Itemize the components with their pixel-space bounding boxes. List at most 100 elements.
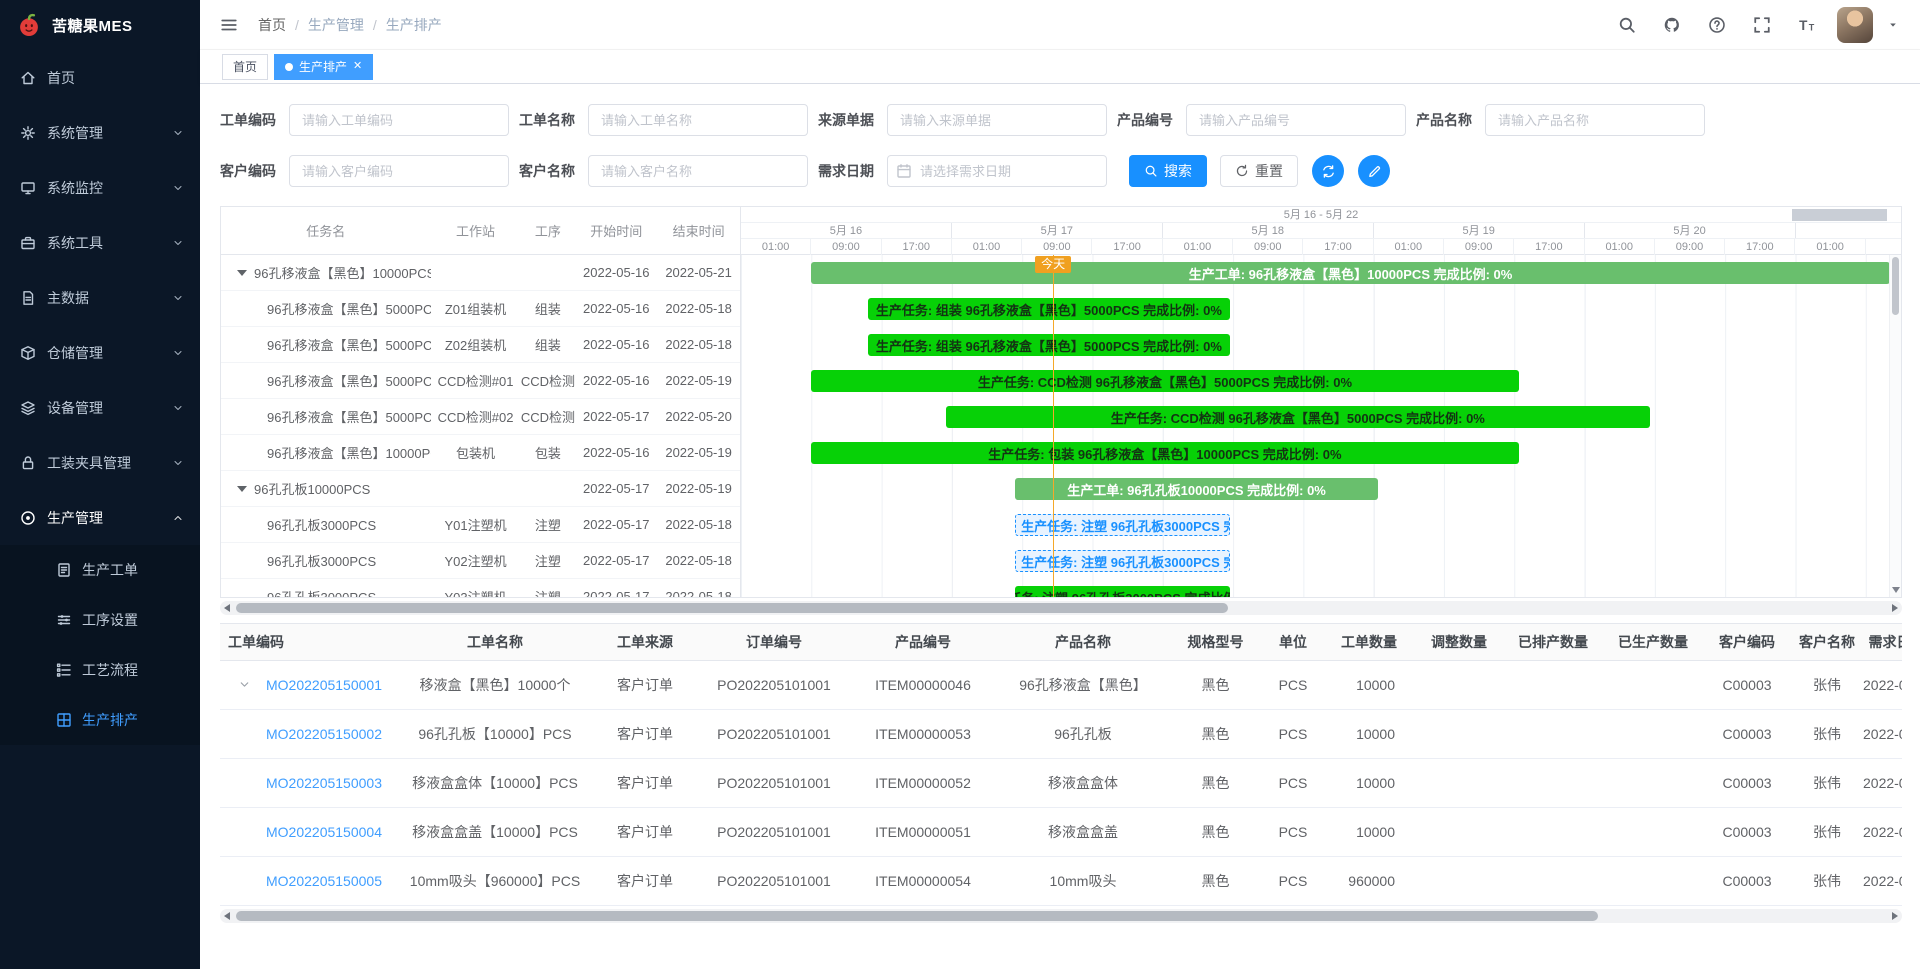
gantt-task-row[interactable]: 96孔孔板3000PCS Y02注塑机 注塑 2022-05-17 2022-0… bbox=[221, 543, 740, 579]
gantt-bar-selected[interactable]: 生产任务: 注塑 96孔孔板3000PCS 完成比例: 0% bbox=[1015, 550, 1230, 572]
caret-down-icon[interactable] bbox=[1888, 20, 1898, 30]
work-order-link[interactable]: MO202205150005 bbox=[266, 873, 382, 889]
gantt-chart-row: 生产工单: 96孔移液盒【黑色】10000PCS 完成比例: 0% bbox=[741, 255, 1901, 291]
breadcrumb-item-0[interactable]: 首页 bbox=[258, 15, 286, 35]
orders-cell: 2022-05-20 bbox=[1863, 759, 1902, 808]
sidebar-item-8[interactable]: 生产管理 bbox=[0, 490, 200, 545]
gantt-bar-task[interactable]: 生产任务: 组装 96孔移液盒【黑色】5000PCS 完成比例: 0% bbox=[868, 334, 1231, 356]
tab-1[interactable]: 生产排产 ✕ bbox=[274, 54, 373, 80]
work-order-link[interactable]: MO202205150002 bbox=[266, 726, 382, 742]
客户编码-input[interactable] bbox=[289, 155, 509, 187]
task-name: 96孔移液盒【黑色】5000PCS bbox=[221, 335, 431, 354]
来源单据-input[interactable] bbox=[887, 104, 1107, 136]
table-row[interactable]: MO20220515000296孔孔板【10000】PCS客户订单PO20220… bbox=[220, 710, 1902, 759]
task-workstation: CCD检测#01 bbox=[431, 371, 521, 390]
gantt-task-row[interactable]: 96孔孔板3000PCS Y03注塑机 注塑 2022-05-17 2022-0… bbox=[221, 579, 740, 598]
gantt-task-row[interactable]: 96孔孔板10000PCS 2022-05-17 2022-05-19 bbox=[221, 471, 740, 507]
gantt-bar-task[interactable]: 生产任务: CCD检测 96孔移液盒【黑色】5000PCS 完成比例: 0% bbox=[946, 406, 1650, 428]
gantt-bar-task[interactable]: 生产任务: 包装 96孔移液盒【黑色】10000PCS 完成比例: 0% bbox=[811, 442, 1520, 464]
table-row[interactable]: MO202205150001移液盒【黑色】10000个客户订单PO2022051… bbox=[220, 661, 1902, 710]
gantt-task-row[interactable]: 96孔移液盒【黑色】10000PCS 2022-05-16 2022-05-21 bbox=[221, 255, 740, 291]
sidebar-subitem-1[interactable]: 工序设置 bbox=[0, 595, 200, 645]
orders-horizontal-scrollbar[interactable] bbox=[220, 909, 1902, 923]
scroll-right-arrow-icon[interactable] bbox=[1892, 912, 1898, 920]
gantt-hscroll-thumb[interactable] bbox=[236, 603, 1228, 613]
gantt-task-row[interactable]: 96孔移液盒【黑色】5000PCS Z02组装机 组装 2022-05-16 2… bbox=[221, 327, 740, 363]
home-icon bbox=[20, 70, 36, 86]
产品名称-input[interactable] bbox=[1485, 104, 1705, 136]
collapse-caret-icon[interactable] bbox=[237, 486, 247, 492]
scroll-down-arrow-icon[interactable] bbox=[1892, 587, 1900, 593]
sidebar-subitem-3[interactable]: 生产排产 bbox=[0, 695, 200, 745]
github-icon[interactable] bbox=[1657, 10, 1687, 40]
sidebar-item-4[interactable]: 主数据 bbox=[0, 270, 200, 325]
工单编码-input[interactable] bbox=[289, 104, 509, 136]
gantt-bar-order[interactable]: 生产工单: 96孔移液盒【黑色】10000PCS 完成比例: 0% bbox=[811, 262, 1891, 284]
vertical-scrollbar[interactable] bbox=[1889, 255, 1901, 597]
search-icon[interactable] bbox=[1612, 10, 1642, 40]
search-button[interactable]: 搜索 bbox=[1129, 155, 1207, 187]
work-order-link[interactable]: MO202205150001 bbox=[266, 677, 382, 693]
font-size-icon[interactable]: TT bbox=[1792, 10, 1822, 40]
sidebar-item-2[interactable]: 系统监控 bbox=[0, 160, 200, 215]
gantt-horizontal-scrollbar[interactable] bbox=[220, 601, 1902, 615]
sidebar-subitem-0[interactable]: 生产工单 bbox=[0, 545, 200, 595]
work-order-link[interactable]: MO202205150004 bbox=[266, 824, 382, 840]
orders-hscroll-thumb[interactable] bbox=[236, 911, 1598, 921]
orders-cell: PCS bbox=[1263, 710, 1323, 759]
gantt-bar-task[interactable]: 生产任务: 注塑 96孔孔板3000PCS 完成比例: 0% bbox=[1015, 586, 1230, 597]
avatar[interactable] bbox=[1837, 7, 1873, 43]
gantt-bar-task[interactable]: 生产任务: CCD检测 96孔移液盒【黑色】5000PCS 完成比例: 0% bbox=[811, 370, 1520, 392]
regenerate-schedule-button[interactable] bbox=[1312, 155, 1344, 187]
gantt-bar-task[interactable]: 生产任务: 组装 96孔移液盒【黑色】5000PCS 完成比例: 0% bbox=[868, 298, 1231, 320]
gantt-bar-selected[interactable]: 生产任务: 注塑 96孔孔板3000PCS 完成比例: 0% bbox=[1015, 514, 1230, 536]
expand-caret-icon[interactable] bbox=[238, 678, 251, 691]
reset-button[interactable]: 重置 bbox=[1220, 155, 1298, 187]
orders-cell: ITEM00000053 bbox=[848, 710, 998, 759]
sidebar-item-6[interactable]: 设备管理 bbox=[0, 380, 200, 435]
breadcrumb-item-2[interactable]: 生产排产 bbox=[386, 15, 442, 35]
breadcrumb-item-1[interactable]: 生产管理 bbox=[308, 15, 364, 35]
客户名称-input[interactable] bbox=[588, 155, 808, 187]
sidebar-item-5[interactable]: 仓储管理 bbox=[0, 325, 200, 380]
close-icon[interactable]: ✕ bbox=[353, 61, 362, 72]
orders-cell bbox=[1415, 857, 1503, 906]
table-row[interactable]: MO202205150003移液盒盒体【10000】PCS客户订单PO20220… bbox=[220, 759, 1902, 808]
task-workstation: Y03注塑机 bbox=[431, 587, 521, 598]
vertical-scrollbar-thumb[interactable] bbox=[1892, 257, 1899, 315]
table-row[interactable]: MO202205150004移液盒盒盖【10000】PCS客户订单PO20220… bbox=[220, 808, 1902, 857]
gantt-task-row[interactable]: 96孔移液盒【黑色】5000PCS CCD检测#01 CCD检测 2022-05… bbox=[221, 363, 740, 399]
工单名称-input[interactable] bbox=[588, 104, 808, 136]
edit-schedule-button[interactable] bbox=[1358, 155, 1390, 187]
help-icon[interactable] bbox=[1702, 10, 1732, 40]
scroll-left-arrow-icon[interactable] bbox=[224, 604, 230, 612]
scroll-left-arrow-icon[interactable] bbox=[224, 912, 230, 920]
gantt-task-row[interactable]: 96孔移液盒【黑色】5000PCS CCD检测#02 CCD检测 2022-05… bbox=[221, 399, 740, 435]
orders-cell: 2022-05-20 bbox=[1863, 710, 1902, 759]
sidebar-item-3[interactable]: 系统工具 bbox=[0, 215, 200, 270]
table-row[interactable]: MO20220515000510mm吸头【960000】PCS客户订单PO202… bbox=[220, 857, 1902, 906]
work-order-link[interactable]: MO202205150003 bbox=[266, 775, 382, 791]
orders-column-header-12: 客户编码 bbox=[1703, 624, 1791, 661]
orders-column-header-7: 单位 bbox=[1263, 624, 1323, 661]
sidebar-item-7[interactable]: 工装夹具管理 bbox=[0, 435, 200, 490]
fullscreen-icon[interactable] bbox=[1747, 10, 1777, 40]
sidebar-subitem-2[interactable]: 工艺流程 bbox=[0, 645, 200, 695]
gantt-task-row[interactable]: 96孔移液盒【黑色】10000PCS 包装机 包装 2022-05-16 202… bbox=[221, 435, 740, 471]
产品编号-input[interactable] bbox=[1186, 104, 1406, 136]
filter-row-1: 工单编码 工单名称 来源单据 产品编号 产品名称 bbox=[220, 104, 1902, 136]
gantt-bar-order[interactable]: 生产工单: 96孔孔板10000PCS 完成比例: 0% bbox=[1015, 478, 1378, 500]
scroll-right-arrow-icon[interactable] bbox=[1892, 604, 1898, 612]
hamburger-icon[interactable] bbox=[214, 10, 244, 40]
orders-cell: 10000 bbox=[1323, 661, 1415, 710]
sidebar-item-0[interactable]: 首页 bbox=[0, 50, 200, 105]
hour-tick-label: 17:00 bbox=[1725, 239, 1795, 255]
sidebar-item-1[interactable]: 系统管理 bbox=[0, 105, 200, 160]
gantt-task-row[interactable]: 96孔孔板3000PCS Y01注塑机 注塑 2022-05-17 2022-0… bbox=[221, 507, 740, 543]
chevron-up-icon bbox=[172, 512, 184, 524]
需求日期-input[interactable] bbox=[887, 155, 1107, 187]
tab-0[interactable]: 首页 bbox=[222, 54, 268, 80]
gantt-task-row[interactable]: 96孔移液盒【黑色】5000PCS Z01组装机 组装 2022-05-16 2… bbox=[221, 291, 740, 327]
collapse-caret-icon[interactable] bbox=[237, 270, 247, 276]
task-process: CCD检测 bbox=[520, 371, 575, 390]
